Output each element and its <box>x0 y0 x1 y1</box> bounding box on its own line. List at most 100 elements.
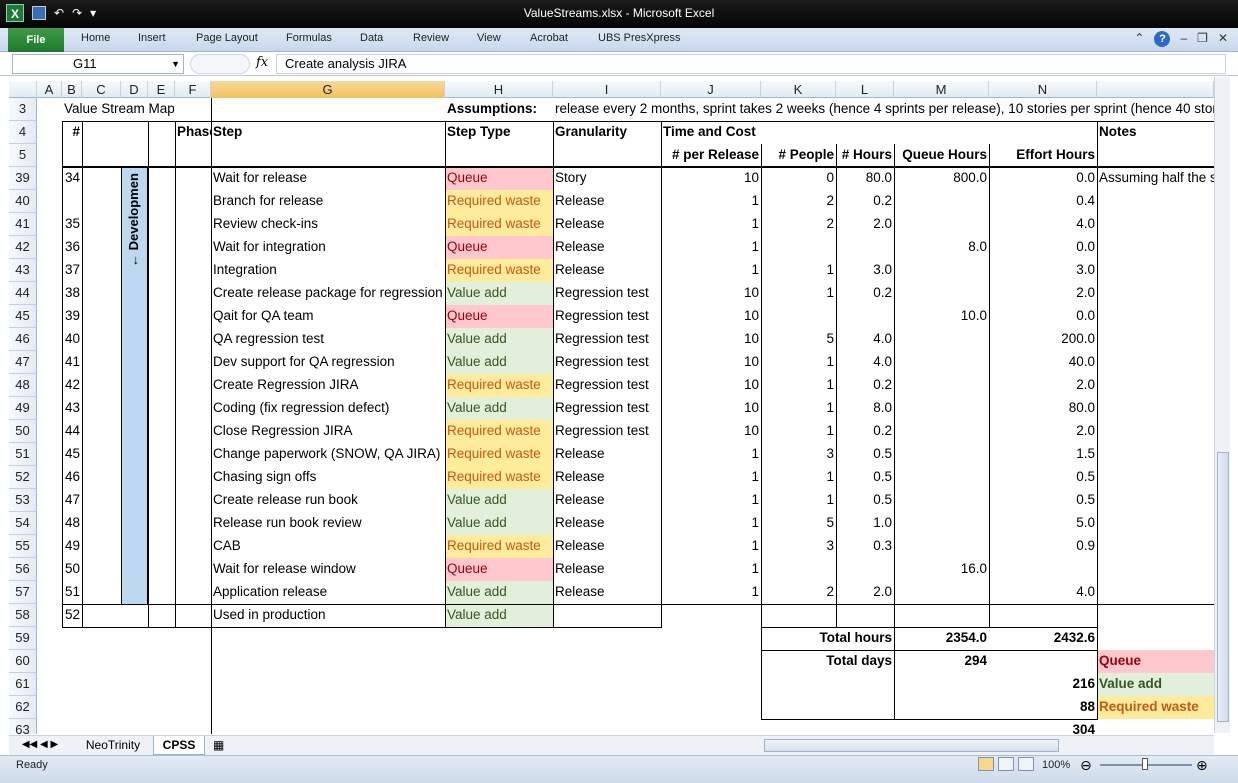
notes[interactable] <box>1097 351 1214 374</box>
granularity[interactable]: Release <box>553 190 661 213</box>
per-release[interactable]: 1 <box>661 535 761 558</box>
people-count[interactable]: 1 <box>761 351 836 374</box>
notes[interactable] <box>1097 305 1214 328</box>
notes[interactable] <box>1097 558 1214 581</box>
step-name[interactable]: Used in production <box>211 604 445 627</box>
people-count[interactable]: 1 <box>761 489 836 512</box>
legend-queue[interactable]: Queue <box>1097 650 1214 673</box>
row-header[interactable]: 63 <box>9 719 37 734</box>
tab-insert[interactable]: Insert <box>138 32 166 44</box>
effort-hours[interactable]: 0.9 <box>989 535 1097 558</box>
effort-hours[interactable]: 0.0 <box>989 305 1097 328</box>
per-release[interactable]: 1 <box>661 512 761 535</box>
header-per-release[interactable]: # per Release <box>661 144 761 167</box>
tab-acrobat[interactable]: Acrobat <box>530 32 568 44</box>
formula-bar-splitter[interactable] <box>190 54 250 74</box>
step-name[interactable]: Release run book review <box>211 512 445 535</box>
step-number[interactable]: 35 <box>62 213 82 236</box>
row-header[interactable]: 47 <box>9 351 37 374</box>
tab-ubs-presxpress[interactable]: UBS PresXpress <box>598 32 681 44</box>
total-hours-queue[interactable]: 2354.0 <box>894 627 989 650</box>
tab-home[interactable]: Home <box>81 32 110 44</box>
row-header[interactable]: 54 <box>9 512 37 535</box>
row-header[interactable]: 53 <box>9 489 37 512</box>
per-release[interactable]: 1 <box>661 236 761 259</box>
row-header[interactable]: 56 <box>9 558 37 581</box>
effort-hours[interactable]: 80.0 <box>989 397 1097 420</box>
notes[interactable] <box>1097 443 1214 466</box>
notes[interactable] <box>1097 328 1214 351</box>
granularity[interactable]: Regression test <box>553 282 661 305</box>
window-minimize-icon[interactable]: – <box>1180 31 1187 47</box>
hours[interactable] <box>836 604 894 627</box>
people-count[interactable]: 2 <box>761 213 836 236</box>
step-number[interactable]: 36 <box>62 236 82 259</box>
hours[interactable]: 2.0 <box>836 581 894 604</box>
effort-hours[interactable]: 200.0 <box>989 328 1097 351</box>
people-count[interactable]: 3 <box>761 535 836 558</box>
people-count[interactable]: 2 <box>761 581 836 604</box>
per-release[interactable]: 1 <box>661 213 761 236</box>
step-name[interactable]: Qait for QA team <box>211 305 445 328</box>
per-release[interactable] <box>661 604 761 627</box>
column-header-i[interactable]: I <box>553 81 661 98</box>
row-header[interactable]: 40 <box>9 190 37 213</box>
total-hours-effort[interactable]: 2432.6 <box>989 627 1097 650</box>
step-number[interactable]: 34 <box>62 167 82 190</box>
step-type[interactable]: Required waste <box>445 374 553 397</box>
total-days-sum[interactable]: 304 <box>989 719 1097 734</box>
step-number[interactable]: 52 <box>62 604 82 627</box>
zoom-level[interactable]: 100% <box>1042 759 1070 771</box>
granularity[interactable]: Release <box>553 236 661 259</box>
column-header-o[interactable] <box>1097 81 1214 98</box>
effort-hours[interactable]: 0.5 <box>989 489 1097 512</box>
queue-hours[interactable]: 10.0 <box>894 305 989 328</box>
granularity[interactable]: Release <box>553 213 661 236</box>
notes[interactable] <box>1097 489 1214 512</box>
queue-hours[interactable] <box>894 397 989 420</box>
per-release[interactable]: 1 <box>661 190 761 213</box>
header-step-type[interactable]: Step Type <box>445 121 553 144</box>
help-icon[interactable]: ? <box>1154 31 1171 47</box>
column-header-j[interactable]: J <box>661 81 761 98</box>
queue-hours[interactable] <box>894 443 989 466</box>
insert-function-icon[interactable]: fx <box>256 55 268 70</box>
header-hours[interactable]: # Hours <box>836 144 894 167</box>
step-name[interactable]: Create release run book <box>211 489 445 512</box>
effort-hours[interactable]: 1.5 <box>989 443 1097 466</box>
row-header[interactable]: 49 <box>9 397 37 420</box>
row-header[interactable]: 55 <box>9 535 37 558</box>
people-count[interactable] <box>761 604 836 627</box>
tab-page-layout[interactable]: Page Layout <box>196 32 258 44</box>
notes[interactable] <box>1097 259 1214 282</box>
zoom-out-icon[interactable]: ⊖ <box>1080 757 1092 774</box>
effort-hours[interactable]: 2.0 <box>989 282 1097 305</box>
hours[interactable]: 3.0 <box>836 259 894 282</box>
step-number[interactable]: 41 <box>62 351 82 374</box>
per-release[interactable]: 10 <box>661 397 761 420</box>
granularity[interactable]: Release <box>553 489 661 512</box>
row-header[interactable]: 41 <box>9 213 37 236</box>
people-count[interactable]: 5 <box>761 512 836 535</box>
effort-hours[interactable]: 4.0 <box>989 213 1097 236</box>
step-type[interactable]: Required waste <box>445 443 553 466</box>
step-number[interactable]: 42 <box>62 374 82 397</box>
queue-hours[interactable] <box>894 190 989 213</box>
total-days-queue[interactable]: 294 <box>894 650 989 673</box>
people-count[interactable]: 1 <box>761 259 836 282</box>
queue-hours[interactable] <box>894 512 989 535</box>
per-release[interactable]: 10 <box>661 282 761 305</box>
waste-days[interactable]: 88 <box>989 696 1097 719</box>
granularity[interactable]: Release <box>553 443 661 466</box>
hours[interactable]: 0.2 <box>836 374 894 397</box>
per-release[interactable]: 1 <box>661 443 761 466</box>
notes[interactable] <box>1097 374 1214 397</box>
effort-hours[interactable]: 2.0 <box>989 374 1097 397</box>
tab-view[interactable]: View <box>477 32 501 44</box>
people-count[interactable]: 3 <box>761 443 836 466</box>
zoom-slider-knob[interactable] <box>1142 758 1148 770</box>
queue-hours[interactable] <box>894 535 989 558</box>
step-type[interactable]: Value add <box>445 397 553 420</box>
formula-input[interactable]: Create analysis JIRA <box>276 54 1226 74</box>
notes[interactable] <box>1097 512 1214 535</box>
